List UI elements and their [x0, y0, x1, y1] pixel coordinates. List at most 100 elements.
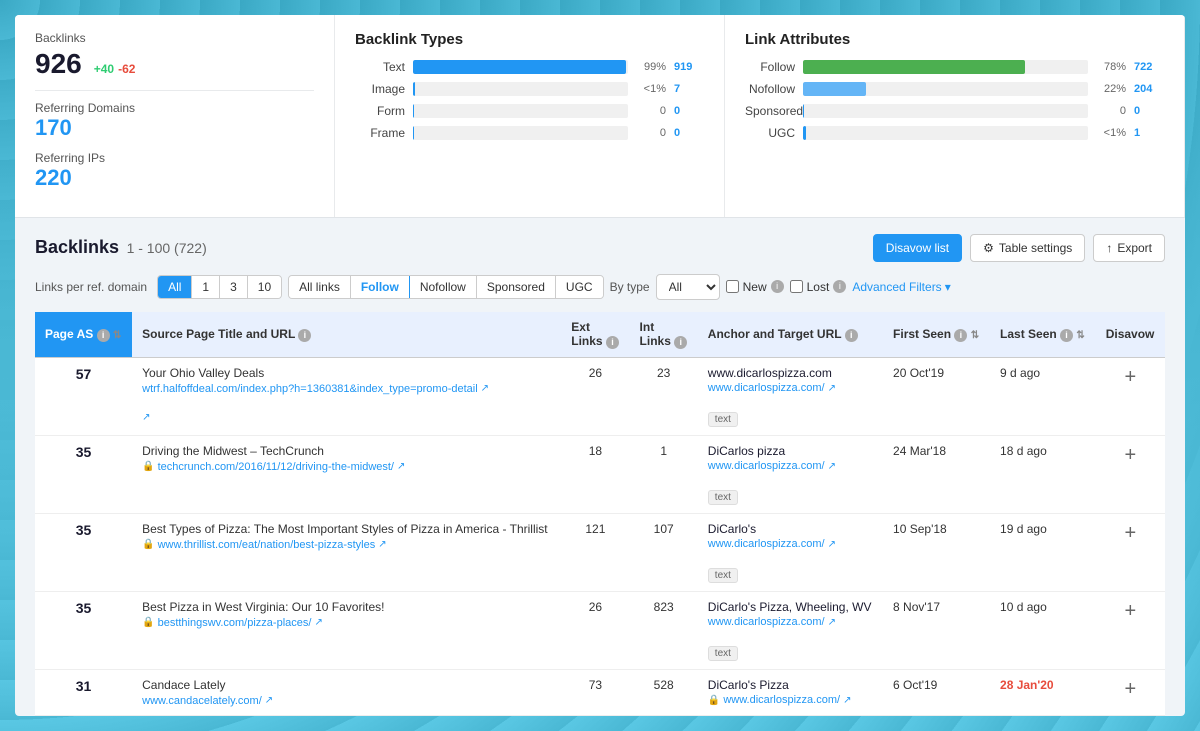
- table-row: 35 Driving the Midwest – TechCrunch 🔒 te…: [35, 435, 1165, 513]
- bt-label: Form: [355, 104, 405, 118]
- new-checkbox[interactable]: [726, 280, 739, 293]
- by-type-label: By type: [610, 280, 650, 294]
- anchor-url[interactable]: www.dicarlospizza.com/ ↗: [708, 616, 873, 628]
- bt-pct: <1%: [636, 83, 666, 95]
- first-seen-sort-icon[interactable]: ⇅: [971, 330, 979, 341]
- disavow-plus-btn[interactable]: +: [1106, 678, 1155, 701]
- by-type-select[interactable]: All: [656, 274, 720, 300]
- new-label: New: [743, 280, 767, 294]
- la-label: UGC: [745, 126, 795, 140]
- anchor-url[interactable]: www.dicarlospizza.com/ ↗: [708, 382, 873, 394]
- anchor-link[interactable]: www.dicarlospizza.com/: [708, 382, 825, 394]
- anchor-link[interactable]: www.dicarlospizza.com/: [723, 694, 840, 706]
- new-info-icon[interactable]: i: [771, 280, 784, 293]
- sponsored-btn[interactable]: Sponsored: [477, 276, 556, 298]
- cell-source: Your Ohio Valley Deals wtrf.halfoffdeal.…: [132, 357, 561, 435]
- source-url[interactable]: www.candacelately.com/ ↗: [142, 695, 551, 707]
- tag-badge: text: [708, 490, 738, 505]
- extra-link-icon: ↗: [142, 412, 150, 423]
- source-url[interactable]: 🔒 www.thrillist.com/eat/nation/best-pizz…: [142, 539, 551, 551]
- source-info-icon[interactable]: i: [298, 329, 311, 342]
- per-domain-1[interactable]: 1: [192, 276, 220, 298]
- bt-track: [413, 104, 628, 118]
- cell-first-seen: 20 Oct'19: [883, 357, 990, 435]
- per-domain-3[interactable]: 3: [220, 276, 248, 298]
- referring-ips-stat: Referring IPs 220: [35, 151, 314, 191]
- last-seen-sort-icon[interactable]: ⇅: [1076, 330, 1084, 341]
- anchor-link[interactable]: www.dicarlospizza.com/: [708, 538, 825, 550]
- source-link[interactable]: wtrf.halfoffdeal.com/index.php?h=1360381…: [142, 383, 478, 395]
- table-row: 35 Best Pizza in West Virginia: Our 10 F…: [35, 591, 1165, 669]
- advanced-filters-label: Advanced Filters: [852, 280, 941, 294]
- cell-int-links: 823: [630, 591, 698, 669]
- cell-ext-links: 18: [561, 435, 629, 513]
- source-link[interactable]: techcrunch.com/2016/11/12/driving-the-mi…: [158, 461, 394, 473]
- source-link[interactable]: www.thrillist.com/eat/nation/best-pizza-…: [158, 539, 376, 551]
- la-count: 0: [1134, 105, 1164, 117]
- backlinks-neg: -62: [118, 62, 135, 76]
- first-seen-info-icon[interactable]: i: [954, 329, 967, 342]
- cell-source: Best Pizza in West Virginia: Our 10 Favo…: [132, 591, 561, 669]
- source-link[interactable]: bestthingswv.com/pizza-places/: [158, 617, 312, 629]
- int-info-icon[interactable]: i: [674, 336, 687, 349]
- la-label: Sponsored: [745, 104, 795, 118]
- anchor-ext-icon: ↗: [843, 695, 851, 706]
- source-url[interactable]: 🔒 techcrunch.com/2016/11/12/driving-the-…: [142, 461, 551, 473]
- all-links-btn[interactable]: All links: [289, 276, 351, 298]
- bt-label: Frame: [355, 126, 405, 140]
- source-title: Driving the Midwest – TechCrunch: [142, 444, 551, 458]
- table-settings-button[interactable]: ⚙ Table settings: [970, 234, 1085, 262]
- disavow-plus-btn[interactable]: +: [1106, 444, 1155, 467]
- anchor-url[interactable]: www.dicarlospizza.com/ ↗: [708, 460, 873, 472]
- cell-disavow: +: [1096, 513, 1165, 591]
- cell-ext-links: 73: [561, 669, 629, 715]
- per-domain-10[interactable]: 10: [248, 276, 281, 298]
- anchor-url[interactable]: 🔒 www.dicarlospizza.com/ ↗: [708, 694, 873, 706]
- bt-track: [413, 60, 628, 74]
- cell-first-seen: 8 Nov'17: [883, 591, 990, 669]
- backlinks-label: Backlinks: [35, 31, 314, 45]
- chevron-down-icon: ▾: [945, 280, 951, 294]
- lock-icon: 🔒: [142, 617, 154, 628]
- export-button[interactable]: ↑ Export: [1093, 234, 1165, 262]
- ext-info-icon[interactable]: i: [606, 336, 619, 349]
- cell-page-as: 31: [35, 669, 132, 715]
- sort-icon[interactable]: ⇅: [113, 330, 121, 341]
- anchor-link[interactable]: www.dicarlospizza.com/: [708, 616, 825, 628]
- la-row-ugc: UGC <1% 1: [745, 126, 1164, 140]
- disavow-plus-btn[interactable]: +: [1106, 366, 1155, 389]
- last-seen-info-icon[interactable]: i: [1060, 329, 1073, 342]
- backlink-types-card: Backlink Types Text 99% 919 Image <1% 7 …: [335, 15, 725, 217]
- anchor-ext-icon: ↗: [828, 461, 836, 472]
- la-count: 204: [1134, 83, 1164, 95]
- cell-ext-links: 26: [561, 591, 629, 669]
- cell-last-seen: 18 d ago: [990, 435, 1096, 513]
- anchor-url[interactable]: www.dicarlospizza.com/ ↗: [708, 538, 873, 550]
- advanced-filters-btn[interactable]: Advanced Filters ▾: [852, 280, 950, 294]
- page-as-value: 31: [76, 678, 92, 694]
- ugc-btn[interactable]: UGC: [556, 276, 603, 298]
- la-track: [803, 126, 1088, 140]
- anchor-link[interactable]: www.dicarlospizza.com/: [708, 460, 825, 472]
- anchor-info-icon[interactable]: i: [845, 329, 858, 342]
- lost-checkbox[interactable]: [790, 280, 803, 293]
- follow-btn[interactable]: Follow: [351, 276, 410, 298]
- source-title: Your Ohio Valley Deals: [142, 366, 551, 380]
- page-as-info-icon[interactable]: i: [97, 329, 110, 342]
- link-type-filter: All links Follow Nofollow Sponsored UGC: [288, 275, 603, 299]
- source-link[interactable]: www.candacelately.com/: [142, 695, 262, 707]
- backlinks-changes: +40 -62: [94, 62, 136, 76]
- per-domain-all[interactable]: All: [158, 276, 192, 298]
- disavow-list-button[interactable]: Disavow list: [873, 234, 962, 262]
- links-per-domain-label: Links per ref. domain: [35, 280, 147, 294]
- table-row: 35 Best Types of Pizza: The Most Importa…: [35, 513, 1165, 591]
- nofollow-btn[interactable]: Nofollow: [410, 276, 477, 298]
- source-url[interactable]: wtrf.halfoffdeal.com/index.php?h=1360381…: [142, 383, 551, 395]
- disavow-plus-btn[interactable]: +: [1106, 600, 1155, 623]
- source-url[interactable]: 🔒 bestthingswv.com/pizza-places/ ↗: [142, 617, 551, 629]
- cell-first-seen: 24 Mar'18: [883, 435, 990, 513]
- la-pct: 78%: [1096, 61, 1126, 73]
- disavow-plus-btn[interactable]: +: [1106, 522, 1155, 545]
- lost-info-icon[interactable]: i: [833, 280, 846, 293]
- la-label: Follow: [745, 60, 795, 74]
